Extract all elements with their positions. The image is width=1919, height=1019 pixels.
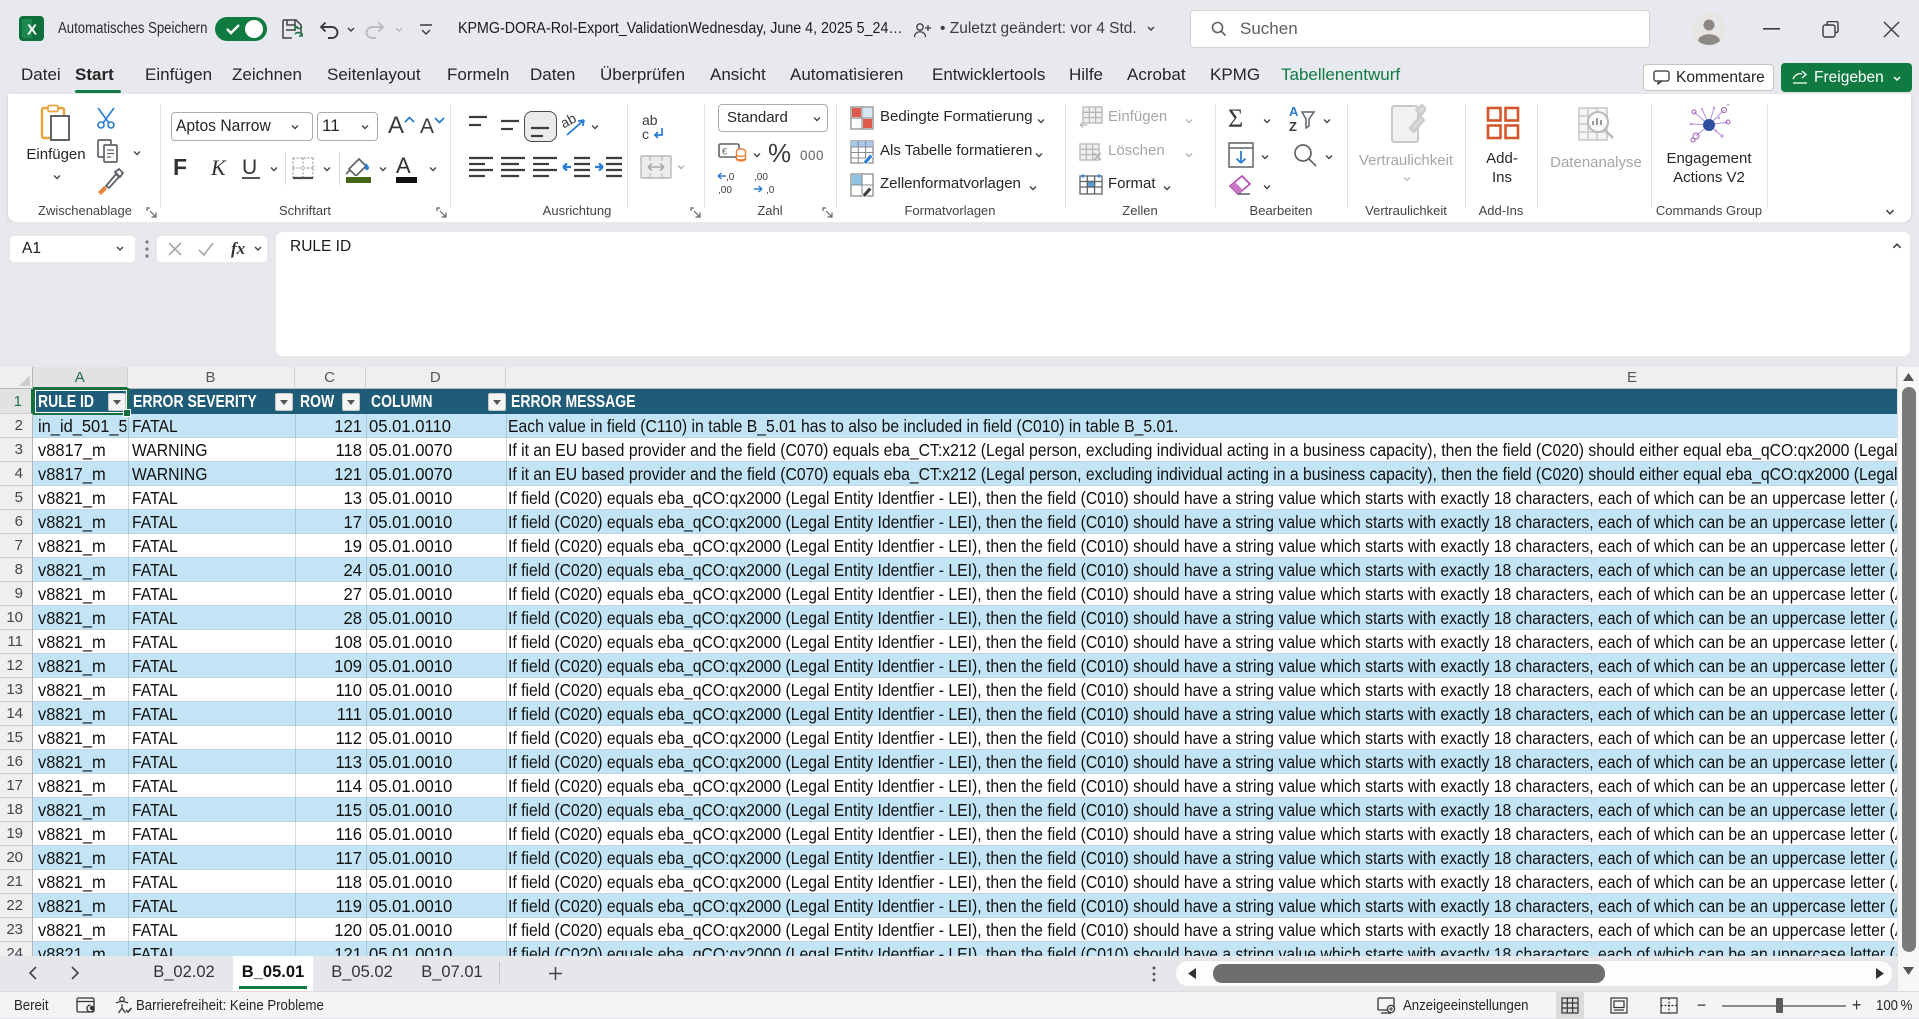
- svg-text:X: X: [27, 22, 37, 39]
